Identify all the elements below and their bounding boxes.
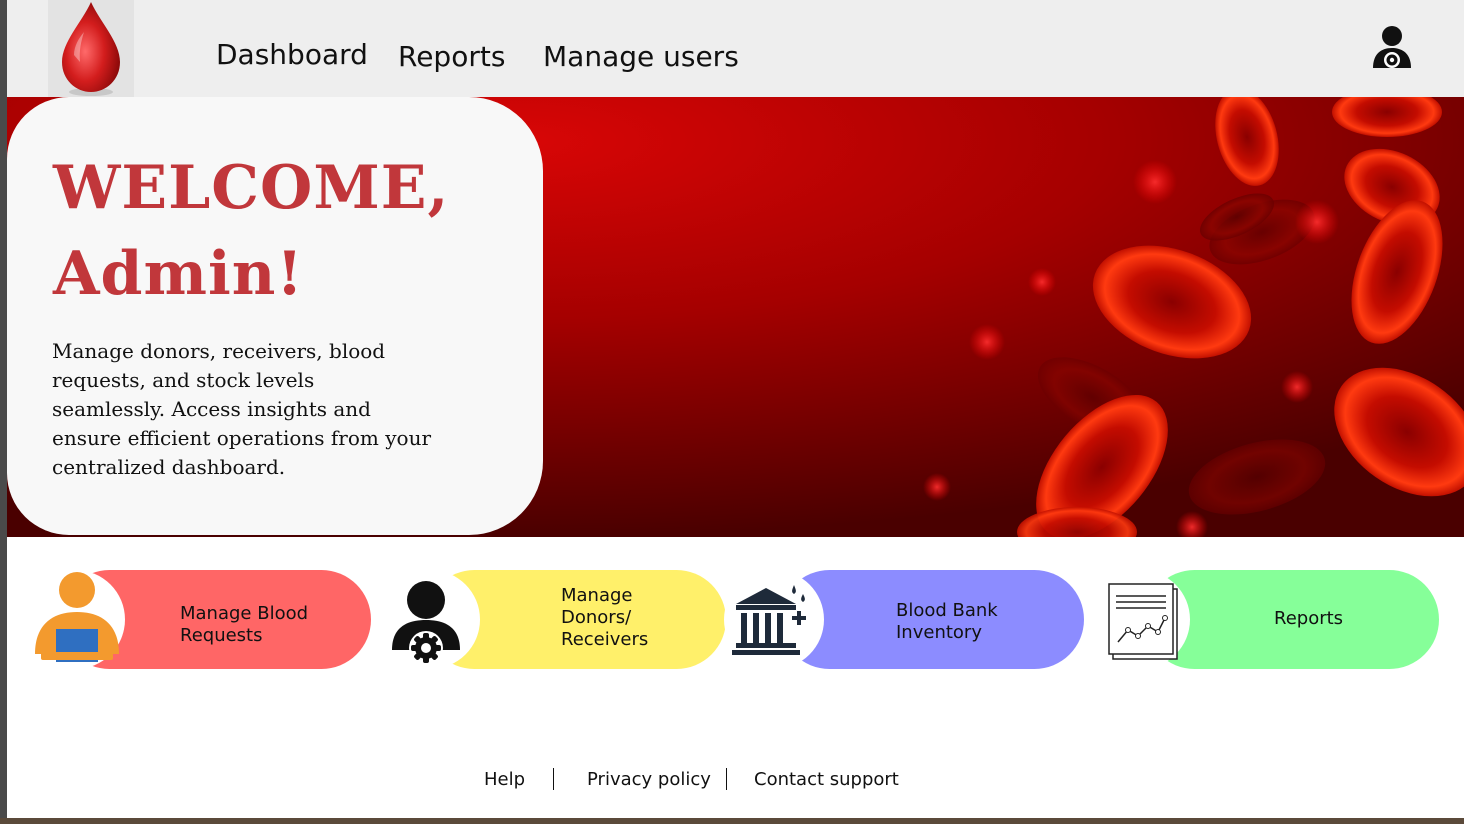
card-label: Manage Blood Requests <box>180 603 309 646</box>
footer-privacy-link[interactable]: Privacy policy <box>587 769 711 790</box>
card-label: Reports <box>1274 608 1344 629</box>
welcome-card: WELCOME, Admin! Manage donors, receivers… <box>7 97 543 535</box>
card-label: Blood Bank Inventory <box>896 600 998 643</box>
card-icon-wrap <box>380 570 480 669</box>
report-chart-icon <box>1108 583 1178 660</box>
blood-drop-icon <box>62 2 120 96</box>
footer-divider <box>553 768 554 790</box>
welcome-description: Manage donors, receivers, blood requests… <box>52 339 432 479</box>
admin-name: Admin! <box>53 239 304 309</box>
profile-button[interactable] <box>1369 22 1415 74</box>
logo[interactable] <box>48 0 134 97</box>
card-icon-wrap <box>25 570 125 669</box>
window-left-edge <box>0 0 7 824</box>
user-settings-icon <box>392 581 460 665</box>
footer-divider <box>726 768 727 790</box>
window-bottom-edge <box>0 818 1464 824</box>
footer-contact-link[interactable]: Contact support <box>754 769 899 790</box>
card-icon-wrap <box>724 570 824 669</box>
nav-manage-users[interactable]: Manage users <box>543 40 739 73</box>
welcome-line: WELCOME, <box>53 153 450 223</box>
top-navbar: Dashboard Reports Manage users <box>7 0 1464 97</box>
welcome-heading: WELCOME, Admin! <box>53 145 473 317</box>
nav-dashboard[interactable]: Dashboard <box>216 38 368 71</box>
card-label: Manage Donors/ Receivers <box>561 585 649 650</box>
admin-profile-icon <box>1373 26 1411 68</box>
person-laptop-icon <box>35 572 119 662</box>
card-icon-wrap <box>1090 570 1190 669</box>
blood-bank-building-icon <box>732 585 806 655</box>
footer-help-link[interactable]: Help <box>484 769 525 790</box>
nav-reports[interactable]: Reports <box>398 40 505 73</box>
